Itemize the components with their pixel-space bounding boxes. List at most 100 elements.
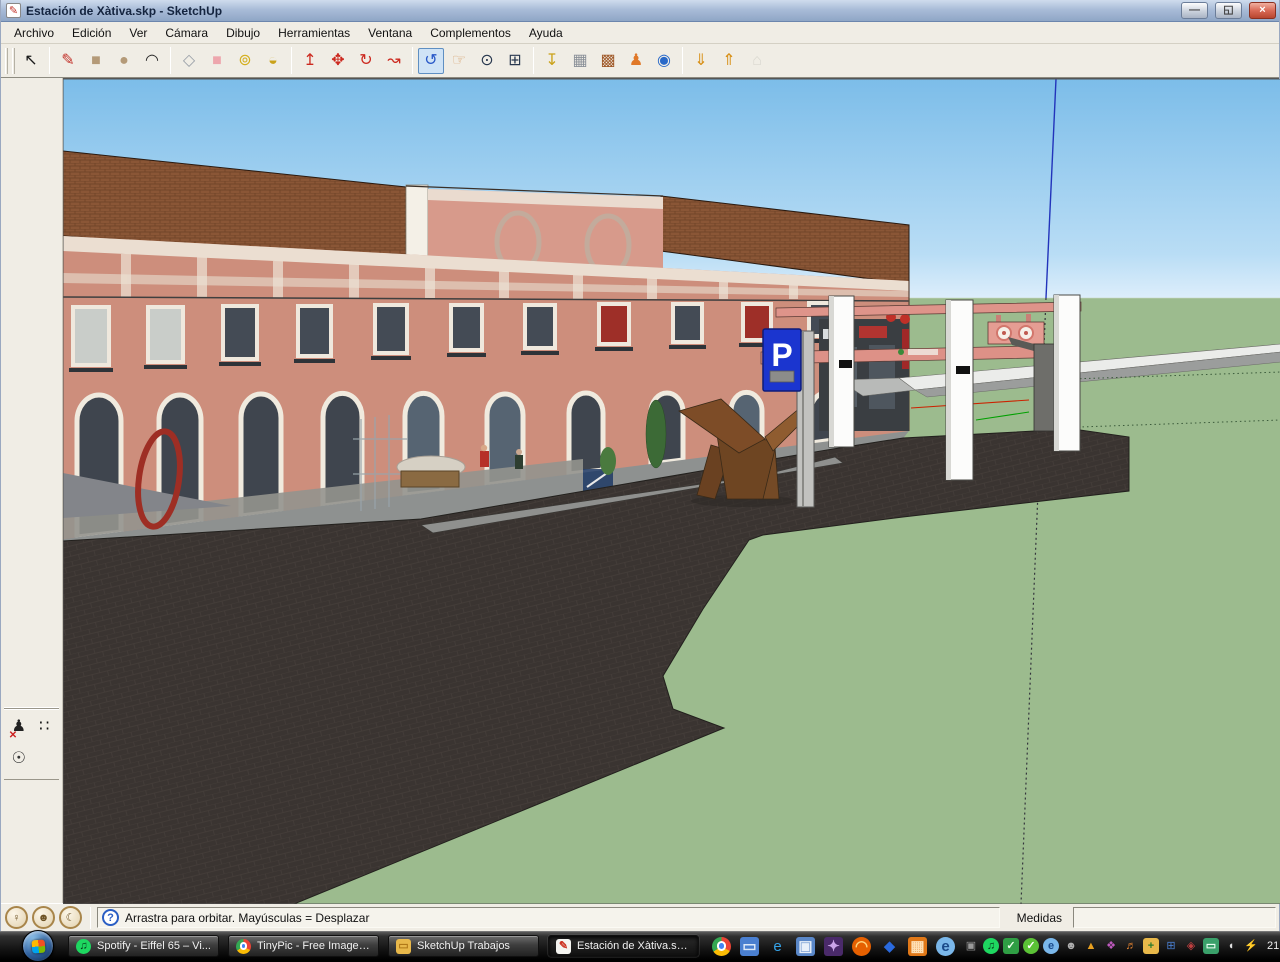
add-location-tool[interactable]: ↧ [539, 48, 565, 74]
help-icon[interactable]: ? [102, 909, 119, 926]
moon-badge[interactable]: ☾ [59, 906, 82, 929]
restore-button[interactable]: ◱ [1215, 2, 1242, 19]
arc-tool-icon: ◠ [145, 53, 159, 69]
emule-tray-icon[interactable]: e [1043, 938, 1059, 954]
line-tool-icon: ✎ [61, 53, 74, 69]
street-view-tool[interactable]: ♟ [623, 48, 649, 74]
arc-tool[interactable]: ◠ [139, 48, 165, 74]
pushpull-tool[interactable]: ↥ [297, 48, 323, 74]
paint-bucket-tool[interactable]: ◒ [260, 48, 286, 74]
google-earth-tool-icon: ◉ [657, 53, 671, 69]
position-camera-tool-x-icon: ✕ [9, 730, 17, 741]
game-icon[interactable]: ✦ [824, 937, 843, 956]
followme-tool[interactable]: ↝ [381, 48, 407, 74]
avg-tray-icon[interactable]: ▲ [1083, 938, 1099, 954]
eraser-tool[interactable]: ■ [204, 48, 230, 74]
pan-tool[interactable]: ☞ [446, 48, 472, 74]
menu-bar: ArchivoEdiciónVerCámaraDibujoHerramienta… [1, 22, 1279, 44]
spotify-tray-icon[interactable]: ♫ [983, 938, 999, 954]
power-tray-icon[interactable]: ⚡ [1243, 938, 1259, 954]
computer-icon[interactable]: ▣ [796, 937, 815, 956]
toggle-terrain-tool[interactable]: ▦ [567, 48, 593, 74]
robot-tray-icon[interactable]: ◈ [1183, 938, 1199, 954]
tape-measure-tool[interactable]: ⊚ [232, 48, 258, 74]
screen-tray-icon[interactable]: ▭ [1203, 938, 1219, 954]
menu-dibujo[interactable]: Dibujo [217, 23, 269, 43]
circle-tool[interactable]: ● [111, 48, 137, 74]
task-spotify[interactable]: ♫Spotify - Eiffel 65 – Vi... [68, 935, 219, 957]
status-separator [90, 907, 91, 929]
network-tray-icon[interactable]: ⊞ [1163, 938, 1179, 954]
eraser-tool-icon: ■ [212, 53, 222, 69]
task-spotify-label: Spotify - Eiffel 65 – Vi... [97, 940, 211, 952]
move-tool[interactable]: ✥ [325, 48, 351, 74]
make-component-tool[interactable]: ◇ [176, 48, 202, 74]
title-bar[interactable]: ✎ Estación de Xàtiva.skp - SketchUp — ◱ … [1, 0, 1279, 22]
walk-tool-icon: ∷ [39, 719, 49, 735]
folder-plus-tray-icon[interactable]: + [1143, 938, 1159, 954]
look-around-tool[interactable]: ☉ [7, 747, 31, 771]
rectangle-tool[interactable]: ■ [83, 48, 109, 74]
left-tool-strip: ♟✕ ∷ ☉ [1, 78, 63, 903]
geo-badge[interactable]: ♀ [5, 906, 28, 929]
firefox-icon[interactable]: ◠ [852, 937, 871, 956]
photo-textures-tool[interactable]: ▩ [595, 48, 621, 74]
person-badge[interactable]: ☻ [32, 906, 55, 929]
orbit-tool[interactable]: ↺ [418, 48, 444, 74]
get-models-tool[interactable]: ⇓ [688, 48, 714, 74]
quick-launch-bar: ▭ e ▣ ✦ ◠ ◆ ▦ e [712, 937, 955, 956]
task-sketchup-model[interactable]: ✎Estación de Xàtiva.skp... [548, 935, 699, 957]
menu-cmara[interactable]: Cámara [156, 23, 217, 43]
menu-archivo[interactable]: Archivo [5, 23, 63, 43]
taskbar: ♫Spotify - Eiffel 65 – Vi...TinyPic - Fr… [0, 931, 1280, 960]
share-model-tool-icon: ⇑ [722, 53, 735, 69]
menu-herramientas[interactable]: Herramientas [269, 23, 359, 43]
zoom-extents-tool[interactable]: ⊞ [502, 48, 528, 74]
cube-icon[interactable]: ◆ [880, 937, 899, 956]
task-tinypic[interactable]: TinyPic - Free Image H... [228, 935, 379, 957]
offline-user-tray-icon[interactable]: ☻ [1063, 938, 1079, 954]
measurements-label: Medidas [1017, 911, 1062, 925]
display-icon[interactable]: ▭ [740, 937, 759, 956]
street-view-tool-icon: ♟ [629, 53, 643, 69]
followme-tool-icon: ↝ [387, 53, 400, 69]
menu-ver[interactable]: Ver [120, 23, 156, 43]
walkthrough-tool-group: ♟✕ ∷ ☉ [4, 708, 59, 780]
media-icon[interactable]: ▦ [908, 937, 927, 956]
rotate-tool[interactable]: ↻ [353, 48, 379, 74]
shield-tray-icon[interactable]: ✓ [1003, 938, 1019, 954]
line-tool[interactable]: ✎ [55, 48, 81, 74]
menu-ventana[interactable]: Ventana [359, 23, 421, 43]
emule-icon[interactable]: e [936, 937, 955, 956]
walk-tool[interactable]: ∷ [32, 715, 56, 739]
photo-textures-tool-icon: ▩ [600, 53, 615, 69]
3d-viewport[interactable]: P [63, 78, 1279, 903]
menu-edicin[interactable]: Edición [63, 23, 120, 43]
gamepad-tray-icon[interactable]: ▣ [963, 938, 979, 954]
task-sketchup-folder[interactable]: ▭SketchUp Trabajos [388, 935, 539, 957]
graphics-tray-icon[interactable]: ❖ [1103, 938, 1119, 954]
horn-tray-icon[interactable]: ♬ [1123, 938, 1139, 954]
circle-tool-icon: ● [119, 53, 129, 69]
select-tool[interactable]: ↖ [18, 48, 44, 74]
measurements-input[interactable] [1073, 907, 1276, 928]
chrome-icon[interactable] [712, 937, 731, 956]
sketchup-icon: ✎ [556, 939, 571, 954]
toggle-terrain-tool-icon: ▦ [572, 53, 587, 69]
menu-complementos[interactable]: Complementos [421, 23, 520, 43]
volume-tray-icon[interactable]: ◖ [1223, 938, 1239, 954]
check-tray-icon[interactable]: ✓ [1023, 938, 1039, 954]
minimize-button[interactable]: — [1181, 2, 1208, 19]
internet-explorer-icon[interactable]: e [768, 937, 787, 956]
menu-ayuda[interactable]: Ayuda [520, 23, 572, 43]
close-button[interactable]: × [1249, 2, 1276, 19]
zoom-tool-icon: ⊙ [480, 53, 493, 69]
share-model-tool[interactable]: ⇑ [716, 48, 742, 74]
orbit-tool-icon: ↺ [424, 53, 437, 69]
zoom-tool[interactable]: ⊙ [474, 48, 500, 74]
3d-viewport-canvas[interactable]: P [63, 79, 1280, 904]
start-button[interactable] [22, 930, 54, 962]
position-camera-tool[interactable]: ♟✕ [7, 715, 31, 739]
pan-tool-icon: ☞ [452, 53, 466, 69]
google-earth-tool[interactable]: ◉ [651, 48, 677, 74]
